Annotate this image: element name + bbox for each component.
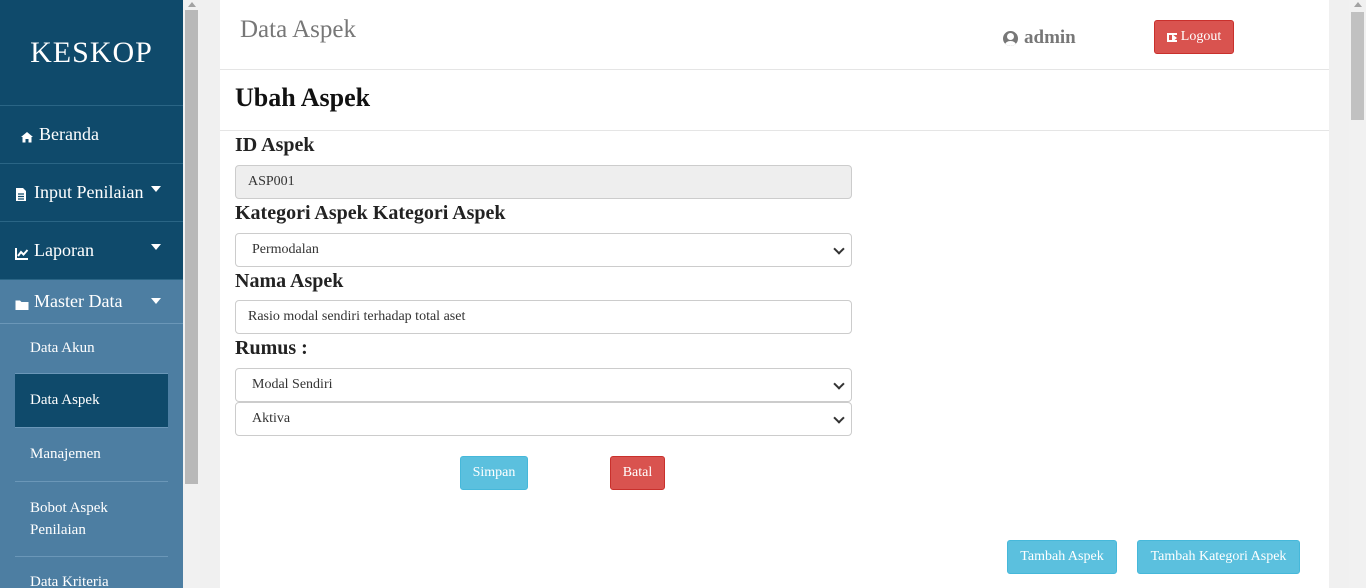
sidebar: KESKOP Beranda Input Penilaian Laporan M… (0, 0, 183, 588)
id-aspek-field: ASP001 (235, 165, 852, 199)
page-title: Data Aspek (240, 16, 356, 43)
nama-aspek-label: Nama Aspek (235, 270, 344, 292)
sidebar-item-input-penilaian[interactable]: Input Penilaian (0, 164, 183, 222)
logout-button[interactable]: Logout (1154, 20, 1234, 54)
add-kategori-aspek-button[interactable]: Tambah Kategori Aspek (1137, 540, 1300, 574)
id-aspek-label: ID Aspek (235, 134, 315, 156)
folder-icon (15, 295, 29, 310)
chevron-down-icon (833, 243, 845, 255)
caret-down-icon (151, 298, 161, 304)
scrollbar-thumb[interactable] (1351, 12, 1364, 120)
main-content: Data Aspek admin Logout Ubah Aspek ID As… (220, 0, 1329, 588)
form-title: Ubah Aspek (235, 83, 371, 112)
sidebar-item-label: Beranda (39, 124, 99, 144)
rumus-denominator-select[interactable]: Aktiva (235, 402, 852, 436)
scroll-up-arrow-icon[interactable] (188, 2, 196, 7)
sidebar-subitem-data-akun[interactable]: Data Akun (15, 324, 168, 374)
save-button[interactable]: Simpan (460, 456, 528, 490)
cancel-button[interactable]: Batal (610, 456, 665, 490)
line-chart-icon (15, 244, 29, 260)
sidebar-subitem-manajemen[interactable]: Manajemen (15, 428, 168, 482)
sidebar-subitem-data-aspek[interactable]: Data Aspek (15, 374, 168, 428)
kategori-aspek-select[interactable]: Permodalan (235, 233, 852, 267)
sidebar-scrollbar[interactable] (183, 0, 200, 588)
add-aspek-button[interactable]: Tambah Aspek (1007, 540, 1117, 574)
logout-label: Logout (1180, 29, 1222, 44)
file-icon (15, 186, 29, 201)
sign-out-icon (1166, 32, 1177, 42)
nama-aspek-input[interactable]: Rasio modal sendiri terhadap total aset (235, 300, 852, 334)
rumus-numerator-select[interactable]: Modal Sendiri (235, 368, 852, 402)
sidebar-item-label: Master Data (34, 291, 123, 311)
master-data-section: Master Data Data Akun Data Aspek Manajem… (0, 280, 183, 588)
top-bar: Data Aspek admin Logout (220, 0, 1329, 70)
sidebar-item-label: Input Penilaian (34, 182, 144, 202)
username: admin (1024, 27, 1076, 48)
sidebar-item-laporan[interactable]: Laporan (0, 222, 183, 280)
kategori-aspek-label: Kategori Aspek Kategori Aspek (235, 202, 506, 224)
home-icon (20, 128, 34, 142)
chevron-down-icon (833, 412, 845, 424)
caret-down-icon (151, 244, 161, 250)
chevron-down-icon (833, 378, 845, 390)
sidebar-subitem-data-kriteria[interactable]: Data Kriteria (15, 557, 168, 588)
user-circle-icon (1003, 30, 1018, 46)
user-menu[interactable]: admin (1003, 27, 1076, 49)
form-header: Ubah Aspek (220, 70, 1329, 131)
sidebar-subitem-bobot-aspek[interactable]: Bobot Aspek Penilaian (15, 482, 168, 557)
scroll-up-arrow-icon[interactable] (1354, 2, 1362, 7)
sidebar-subitem-label: Bobot Aspek Penilaian (30, 500, 108, 538)
brand-logo[interactable]: KESKOP (0, 0, 183, 106)
kategori-aspek-value: Permodalan (252, 242, 319, 257)
rumus-denominator-value: Aktiva (252, 411, 291, 426)
sidebar-item-beranda[interactable]: Beranda (0, 106, 183, 164)
scrollbar-thumb[interactable] (185, 10, 198, 484)
main-scrollbar[interactable] (1349, 0, 1366, 588)
rumus-label: Rumus : (235, 337, 308, 359)
caret-down-icon (151, 186, 161, 192)
sidebar-item-label: Laporan (34, 240, 94, 260)
sidebar-item-master-data[interactable]: Master Data (0, 280, 183, 324)
rumus-numerator-value: Modal Sendiri (252, 377, 333, 392)
